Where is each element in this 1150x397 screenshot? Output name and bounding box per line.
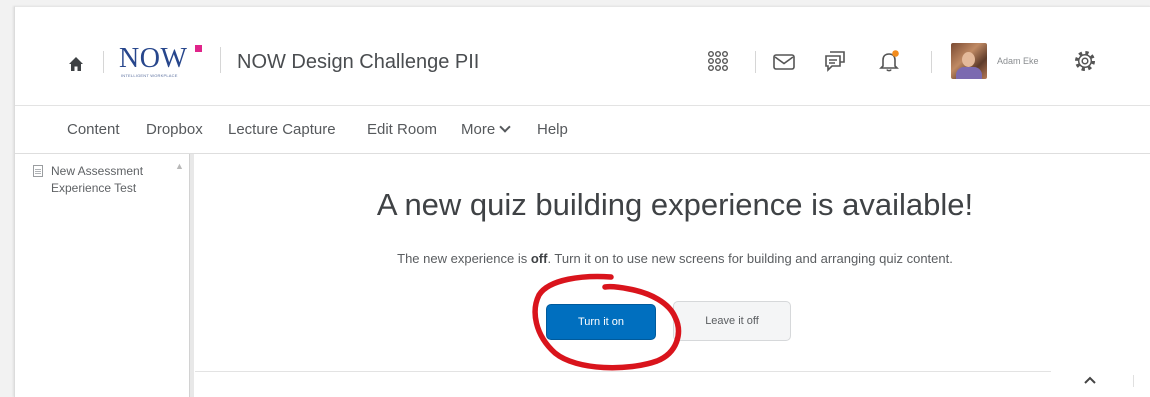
header-divider [15, 105, 1150, 106]
description-prefix: The new experience is [397, 251, 531, 266]
sidebar-resize-handle[interactable] [189, 154, 194, 397]
header-separator [220, 47, 221, 73]
header-separator [931, 51, 932, 73]
nav-item-help[interactable]: Help [537, 121, 568, 138]
header-separator [103, 51, 104, 73]
course-navbar: Content Dropbox Lecture Capture Edit Roo… [15, 111, 1150, 147]
page-title: A new quiz building experience is availa… [376, 187, 974, 222]
bell-icon[interactable] [877, 49, 901, 73]
logo-text: NOW [119, 43, 188, 74]
avatar-face [962, 52, 975, 67]
waffle-grid-icon[interactable] [707, 50, 729, 72]
avatar[interactable] [951, 43, 987, 79]
document-icon [33, 165, 43, 177]
turn-it-on-button[interactable]: Turn it on [546, 304, 656, 340]
leave-it-off-button[interactable]: Leave it off [673, 301, 791, 341]
chevron-down-icon [499, 121, 511, 133]
course-title[interactable]: NOW Design Challenge PII [237, 51, 479, 74]
mail-icon[interactable] [773, 54, 795, 70]
scrollbar-track[interactable] [1133, 375, 1134, 387]
content-bottom-divider [195, 371, 1051, 372]
logo-accent-mark [195, 45, 202, 52]
home-icon[interactable] [67, 55, 85, 73]
nav-divider [15, 153, 1150, 154]
nav-item-more-label: More [461, 121, 496, 138]
gear-icon[interactable] [1073, 49, 1097, 73]
sidebar-scroll-up-icon[interactable]: ▲ [175, 161, 184, 171]
top-header: NOW INTELLIGENT WORKPLACE NOW Design Cha… [15, 7, 1150, 107]
org-logo[interactable]: NOW INTELLIGENT WORKPLACE [119, 43, 215, 83]
chevron-up-icon[interactable] [1081, 373, 1099, 387]
app-window: NOW INTELLIGENT WORKPLACE NOW Design Cha… [14, 6, 1150, 397]
logo-tagline: INTELLIGENT WORKPLACE [121, 73, 178, 78]
sidebar-item-label: New Assessment Experience Test [51, 164, 144, 195]
nav-item-more[interactable]: More [461, 121, 511, 138]
avatar-body [956, 67, 982, 79]
user-name[interactable]: Adam Eke [997, 56, 1039, 66]
nav-item-content[interactable]: Content [67, 121, 120, 138]
description-text: The new experience is off. Turn it on to… [255, 251, 1095, 266]
nav-item-edit-room[interactable]: Edit Room [367, 121, 437, 138]
description-suffix: . Turn it on to use new screens for buil… [547, 251, 953, 266]
chat-icon[interactable] [823, 49, 847, 73]
header-separator [755, 51, 756, 73]
nav-item-dropbox[interactable]: Dropbox [146, 121, 203, 138]
description-emphasis: off [530, 251, 548, 266]
nav-item-lecture-capture[interactable]: Lecture Capture [228, 121, 336, 138]
